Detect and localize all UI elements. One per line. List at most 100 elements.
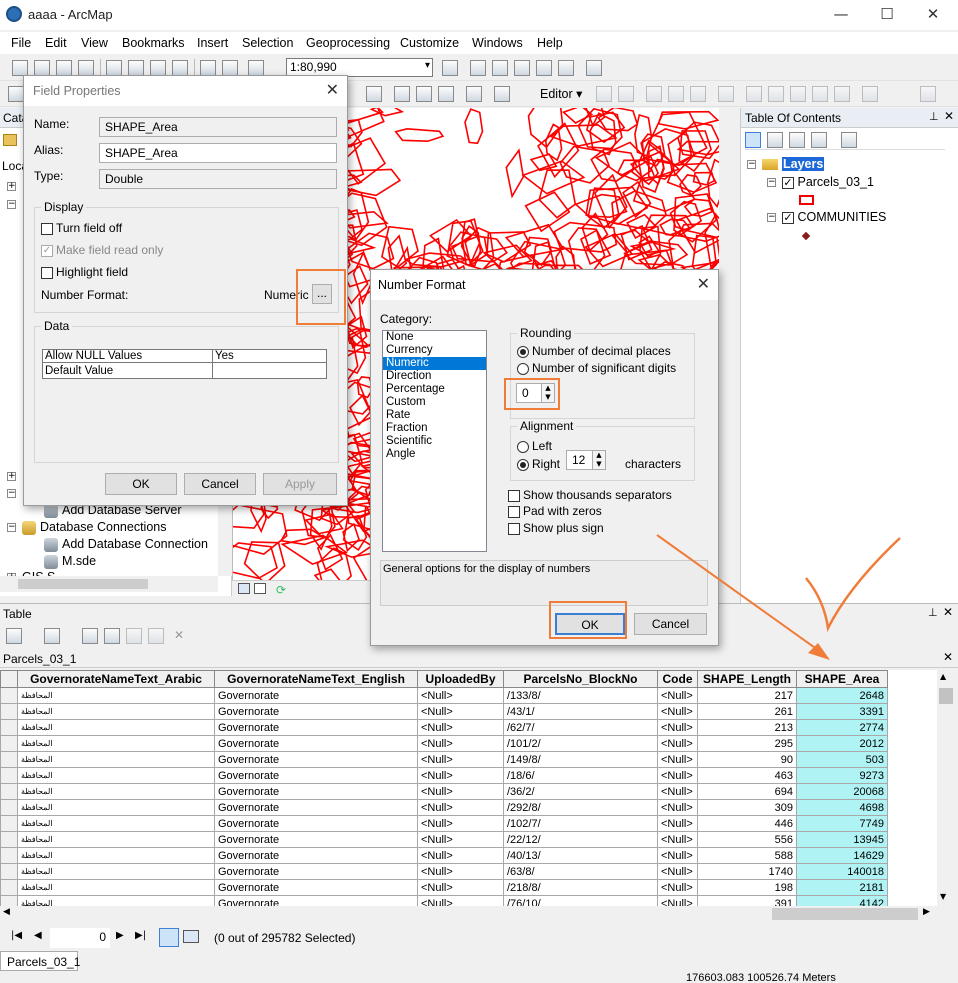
align-left-radio[interactable]: Left bbox=[517, 439, 552, 453]
menu-help[interactable]: Help bbox=[537, 36, 563, 50]
scroll-left-icon[interactable]: ◀ bbox=[3, 907, 10, 917]
data-view-icon[interactable] bbox=[238, 583, 250, 594]
undo-icon[interactable] bbox=[200, 60, 216, 76]
layer-visibility-checkbox[interactable]: ✓ bbox=[782, 176, 794, 189]
find-icon[interactable] bbox=[394, 86, 410, 102]
table-cell[interactable]: المحافظة bbox=[17, 719, 215, 736]
table-row[interactable]: المحافظة Governorate <Null>/292/8/<Null> 30… bbox=[0, 799, 895, 816]
table-cell[interactable]: 391 bbox=[697, 895, 797, 906]
table-cell[interactable]: 140018 bbox=[796, 863, 888, 880]
scroll-up-icon[interactable]: ▲ bbox=[940, 672, 946, 681]
cancel-button[interactable]: Cancel bbox=[634, 613, 707, 635]
row-selector[interactable] bbox=[0, 879, 18, 896]
refresh-icon[interactable]: ⟳ bbox=[276, 583, 288, 597]
table-cell[interactable]: <Null> bbox=[417, 751, 504, 768]
layout-view-icon[interactable] bbox=[254, 583, 266, 594]
radio-icon[interactable] bbox=[517, 440, 529, 453]
current-record-input[interactable]: 0 bbox=[50, 928, 110, 948]
table-row[interactable]: المحافظة Governorate <Null>/36/2/<Null> 694… bbox=[0, 783, 895, 800]
toc-layers-root[interactable]: − Layers bbox=[747, 157, 825, 171]
table-cell[interactable]: <Null> bbox=[417, 847, 504, 864]
list-by-selection-icon[interactable] bbox=[811, 132, 827, 148]
split-icon[interactable] bbox=[790, 86, 806, 102]
collapse-icon[interactable]: − bbox=[7, 523, 16, 533]
table-cell[interactable]: /218/8/ bbox=[503, 879, 658, 896]
toc-layer-communities[interactable]: − ✓ COMMUNITIES bbox=[767, 210, 886, 224]
table-cell[interactable]: 2181 bbox=[796, 879, 888, 896]
new-document-icon[interactable] bbox=[12, 60, 28, 76]
table-row[interactable]: المحافظة Governorate <Null>/101/2/<Null> 29… bbox=[0, 735, 895, 752]
table-cell[interactable]: <Null> bbox=[417, 815, 504, 832]
table-cell[interactable]: Governorate bbox=[214, 831, 418, 848]
goto-xy-icon[interactable] bbox=[416, 86, 432, 102]
decimal-places-radio[interactable]: Number of decimal places bbox=[517, 344, 671, 358]
plus-sign-checkbox[interactable]: Show plus sign bbox=[508, 521, 604, 535]
table-cell[interactable]: المحافظة bbox=[17, 687, 215, 704]
pin-icon[interactable]: ⊥ bbox=[928, 606, 938, 619]
table-cell[interactable]: <Null> bbox=[657, 831, 698, 848]
row-selector[interactable] bbox=[0, 783, 18, 800]
table-cell[interactable]: 446 bbox=[697, 815, 797, 832]
table-cell[interactable]: Governorate bbox=[214, 719, 418, 736]
table-cell[interactable]: Governorate bbox=[214, 815, 418, 832]
last-record-icon[interactable]: ▶| bbox=[135, 930, 146, 941]
list-item[interactable]: Currency bbox=[383, 344, 486, 357]
menu-edit[interactable]: Edit bbox=[45, 36, 67, 50]
scrollbar-thumb[interactable] bbox=[772, 908, 918, 920]
table-cell[interactable]: <Null> bbox=[657, 783, 698, 800]
table-cell[interactable]: المحافظة bbox=[17, 703, 215, 720]
list-by-visibility-icon[interactable] bbox=[789, 132, 805, 148]
table-row[interactable]: المحافظة Governorate <Null>/63/8/<Null> 174… bbox=[0, 863, 895, 880]
back-arrow-icon[interactable] bbox=[3, 134, 17, 146]
pin-icon[interactable]: ⊥ bbox=[929, 110, 939, 123]
table-cell[interactable]: المحافظة bbox=[17, 799, 215, 816]
checkbox-icon[interactable] bbox=[508, 505, 520, 518]
tab-parcels[interactable]: Parcels_03_1 bbox=[0, 951, 80, 971]
show-all-records-icon[interactable] bbox=[159, 928, 179, 947]
delete-selected-icon[interactable]: ✕ bbox=[174, 628, 184, 642]
table-row[interactable]: المحافظة Governorate <Null>/18/6/<Null> 463… bbox=[0, 767, 895, 784]
column-header[interactable]: GovernorateNameText_Arabic bbox=[17, 670, 215, 688]
row-selector[interactable] bbox=[0, 815, 18, 832]
list-item[interactable]: Direction bbox=[383, 370, 486, 383]
menu-selection[interactable]: Selection bbox=[242, 36, 293, 50]
menu-windows[interactable]: Windows bbox=[472, 36, 523, 50]
table-cell[interactable]: 1740 bbox=[697, 863, 797, 880]
table-cell[interactable]: /101/2/ bbox=[503, 735, 658, 752]
table-cell[interactable]: المحافظة bbox=[17, 831, 215, 848]
table-row[interactable]: المحافظة Governorate <Null>/43/1/<Null> 261… bbox=[0, 703, 895, 720]
alias-field[interactable]: SHAPE_Area bbox=[99, 143, 337, 163]
redo-icon[interactable] bbox=[222, 60, 238, 76]
paste-icon[interactable] bbox=[150, 60, 166, 76]
search-window-icon[interactable] bbox=[514, 60, 530, 76]
table-cell[interactable]: <Null> bbox=[657, 687, 698, 704]
table-cell[interactable]: Governorate bbox=[214, 895, 418, 906]
table-cell[interactable]: <Null> bbox=[657, 847, 698, 864]
table-cell[interactable]: <Null> bbox=[417, 703, 504, 720]
sketch-properties-icon[interactable] bbox=[862, 86, 878, 102]
turn-field-off-checkbox[interactable]: Turn field off bbox=[41, 221, 122, 235]
maximize-button[interactable]: ☐ bbox=[872, 4, 902, 26]
table-cell[interactable]: 2012 bbox=[796, 735, 888, 752]
menu-geoprocessing[interactable]: Geoprocessing bbox=[306, 36, 390, 50]
python-window-icon[interactable] bbox=[558, 60, 574, 76]
table-cell[interactable]: 90 bbox=[697, 751, 797, 768]
trace-icon[interactable] bbox=[690, 86, 706, 102]
table-cell[interactable]: <Null> bbox=[657, 703, 698, 720]
category-list[interactable]: None Currency Numeric Direction Percenta… bbox=[382, 330, 487, 552]
table-cell[interactable]: /133/8/ bbox=[503, 687, 658, 704]
open-folder-icon[interactable] bbox=[34, 60, 50, 76]
scrollbar-thumb[interactable] bbox=[18, 579, 148, 589]
table-vertical-scrollbar[interactable]: ▲ ▼ bbox=[937, 670, 958, 906]
ok-button[interactable]: OK bbox=[105, 473, 177, 495]
close-button[interactable]: ✕ bbox=[918, 4, 948, 26]
table-cell[interactable]: 7749 bbox=[796, 815, 888, 832]
pad-zeros-checkbox[interactable]: Pad with zeros bbox=[508, 504, 602, 518]
table-cell[interactable]: <Null> bbox=[417, 719, 504, 736]
table-cell[interactable]: <Null> bbox=[657, 719, 698, 736]
table-options-icon[interactable] bbox=[6, 628, 22, 644]
menu-view[interactable]: View bbox=[81, 36, 108, 50]
table-cell[interactable]: 588 bbox=[697, 847, 797, 864]
table-cell[interactable]: Governorate bbox=[214, 751, 418, 768]
table-cell[interactable]: 20068 bbox=[796, 783, 888, 800]
